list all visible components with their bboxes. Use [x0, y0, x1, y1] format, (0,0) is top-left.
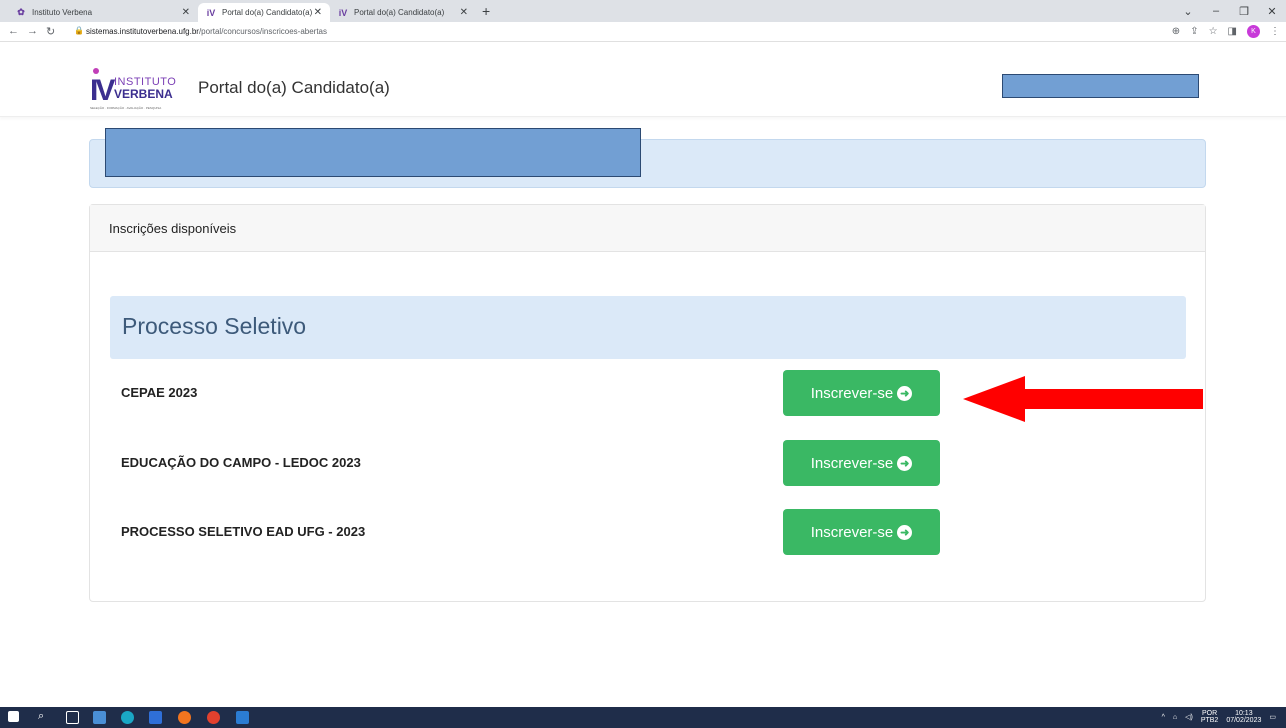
address-bar: ← → ↻ 🔒 sistemas.institutoverbena.ufg.br…	[0, 22, 1286, 42]
url-field[interactable]: sistemas.institutoverbena.ufg.br/portal/…	[86, 27, 327, 36]
tray-network-icon[interactable]: ⌂	[1173, 714, 1177, 721]
reload-icon[interactable]: ↻	[46, 25, 55, 38]
arrow-circle-right-icon: ➜	[897, 524, 913, 540]
system-tray: ^ ⌂ ◁) POR PTB2 10:13 07/02/2023 ▭	[1162, 710, 1276, 724]
profile-avatar[interactable]: K	[1247, 25, 1260, 38]
inscrever-se-button[interactable]: Inscrever-se ➜	[783, 370, 940, 416]
url-path: /portal/concursos/inscricoes-abertas	[198, 27, 328, 36]
close-tab-icon[interactable]: ✕	[314, 7, 322, 18]
logo-tagline: SELEÇÃO · FORMAÇÃO · AVALIAÇÃO · PESQUIS…	[90, 106, 162, 110]
tab-portal-candidato[interactable]: iV Portal do(a) Candidato(a) ✕	[330, 3, 476, 22]
lang-code: POR	[1201, 710, 1218, 717]
page-title: Portal do(a) Candidato(a)	[198, 78, 390, 97]
firefox-icon[interactable]	[178, 711, 191, 724]
task-view-icon[interactable]	[66, 711, 79, 724]
site-header: IV INSTITUTO VERBENA SELEÇÃO · FORMAÇÃO …	[0, 60, 1286, 117]
annotation-arrow-icon	[963, 376, 1203, 422]
tab-instituto-verbena[interactable]: ✿ Instituto Verbena ✕	[8, 3, 198, 22]
iv-favicon-icon: iV	[206, 7, 216, 18]
redacted-user-area	[1002, 74, 1199, 98]
arrow-circle-right-icon: ➜	[897, 455, 913, 471]
lock-icon: 🔒	[74, 26, 84, 35]
tray-chevron-icon[interactable]: ^	[1162, 714, 1165, 721]
share-icon[interactable]: ⇪	[1190, 26, 1198, 37]
lang-layout: PTB2	[1200, 717, 1219, 724]
button-label: Inscrever-se	[810, 523, 894, 541]
logo-verbena: VERBENA	[114, 87, 173, 101]
process-name: PROCESSO SELETIVO EAD UFG - 2023	[121, 524, 366, 539]
process-name: CEPAE 2023	[121, 385, 198, 400]
instituto-verbena-logo[interactable]: IV INSTITUTO VERBENA SELEÇÃO · FORMAÇÃO …	[90, 68, 196, 112]
arrow-circle-right-icon: ➜	[897, 385, 913, 401]
group-heading: Processo Seletivo	[110, 296, 1186, 359]
process-name: EDUCAÇÃO DO CAMPO - LEDOC 2023	[121, 455, 361, 470]
verbena-favicon-icon: ✿	[17, 7, 25, 17]
inscrever-se-button[interactable]: Inscrever-se ➜	[783, 509, 940, 555]
redacted-alert-content	[105, 128, 641, 177]
clock-date: 07/02/2023	[1226, 717, 1262, 724]
tab-title: Portal do(a) Candidato(a)	[222, 8, 313, 17]
inscrever-se-button[interactable]: Inscrever-se ➜	[783, 440, 940, 486]
back-icon[interactable]: ←	[8, 25, 19, 37]
language-indicator[interactable]: POR PTB2	[1201, 710, 1219, 724]
tab-title: Instituto Verbena	[32, 8, 93, 17]
zoom-icon[interactable]: ⊕	[1172, 26, 1180, 37]
close-window-icon[interactable]: ✕	[1258, 5, 1286, 18]
menu-kebab-icon[interactable]: ⋮	[1270, 26, 1280, 37]
forward-icon[interactable]: →	[27, 25, 38, 37]
windows-start-icon[interactable]	[8, 711, 19, 722]
logo-iv: IV	[90, 74, 115, 107]
search-icon[interactable]: ⌕	[38, 710, 51, 723]
list-item: CEPAE 2023 Inscrever-se ➜	[121, 370, 941, 416]
store-icon[interactable]	[149, 711, 162, 724]
windows-taskbar: ⌕ ^ ⌂ ◁) POR PTB2 10:13 07/02/2023 ▭	[0, 707, 1286, 728]
close-tab-icon[interactable]: ✕	[460, 7, 468, 18]
chrome-icon[interactable]	[207, 711, 220, 724]
restore-icon[interactable]: ❐	[1230, 5, 1258, 18]
bookmark-star-icon[interactable]: ☆	[1209, 26, 1218, 37]
tab-title: Portal do(a) Candidato(a)	[354, 8, 445, 17]
button-label: Inscrever-se	[810, 454, 894, 472]
minimize-icon[interactable]: –	[1202, 5, 1230, 17]
browser-tab-bar: ✿ Instituto Verbena ✕ iV Portal do(a) Ca…	[0, 0, 1286, 22]
list-item: PROCESSO SELETIVO EAD UFG - 2023 Inscrev…	[121, 509, 941, 555]
tab-portal-candidato-active[interactable]: iV Portal do(a) Candidato(a) ✕	[198, 3, 330, 22]
card-header: Inscrições disponíveis	[90, 205, 1205, 252]
toolbar-actions: ⊕ ⇪ ☆ ◨ K ⋮	[1172, 25, 1280, 38]
side-panel-icon[interactable]: ◨	[1228, 26, 1237, 37]
url-host: sistemas.institutoverbena.ufg.br	[86, 27, 199, 36]
edge-icon[interactable]	[121, 711, 134, 724]
file-explorer-icon[interactable]	[93, 711, 106, 724]
list-item: EDUCAÇÃO DO CAMPO - LEDOC 2023 Inscrever…	[121, 440, 941, 486]
clock-time: 10:13	[1235, 710, 1253, 717]
clock[interactable]: 10:13 07/02/2023	[1226, 710, 1261, 724]
tray-volume-icon[interactable]: ◁)	[1185, 713, 1193, 721]
iv-favicon-icon: iV	[338, 7, 348, 18]
close-tab-icon[interactable]: ✕	[182, 7, 190, 18]
window-controls: ⌄ – ❐ ✕	[1174, 0, 1286, 22]
button-label: Inscrever-se	[810, 384, 894, 402]
word-icon[interactable]	[236, 711, 249, 724]
new-tab-icon[interactable]: +	[482, 3, 490, 19]
tab-search-icon[interactable]: ⌄	[1174, 5, 1202, 18]
notifications-icon[interactable]: ▭	[1269, 713, 1276, 721]
